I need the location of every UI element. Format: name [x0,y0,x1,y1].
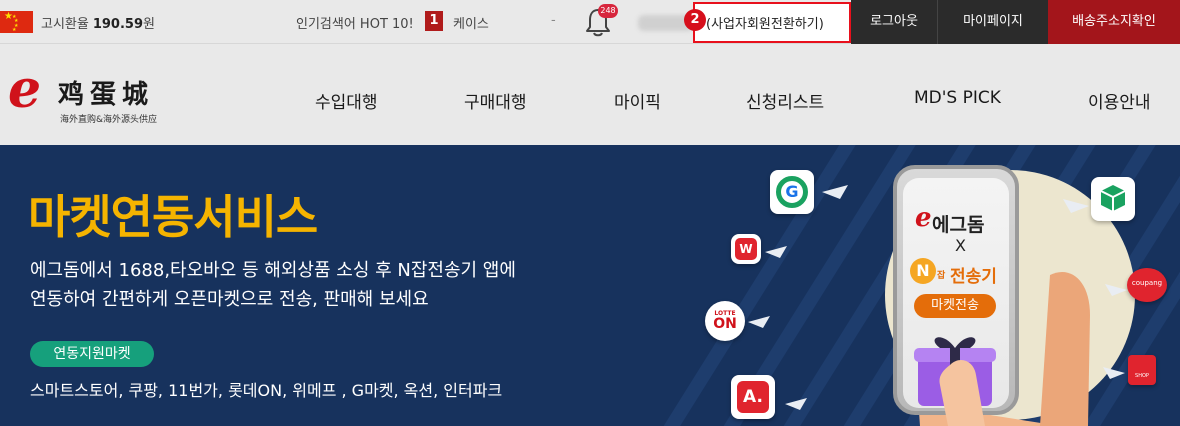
top-utility-bar: ★ ★ ★ ★ ★ 고시환율 190.59원 인기검색어 HOT 10! 1 케이… [0,0,1180,44]
exchange-rate: 고시환율 190.59원 [41,13,155,32]
nav-item-purchase-agency[interactable]: 구매대행 [464,88,527,113]
mypage-button[interactable]: 마이페이지 [938,0,1048,44]
nav-item-guide[interactable]: 이용안내 [1088,88,1151,113]
phone-sender: 전송기 [950,267,997,287]
paper-plane-icon [1105,284,1127,296]
logo-e-mark: e [8,59,42,120]
g-letter: G [776,176,808,208]
phone-brand: 에그돔 [932,214,985,236]
paper-plane-icon [822,185,848,199]
nav-item-mypick[interactable]: 마이픽 [614,88,661,113]
on-label: ON [713,316,737,332]
nav-item-mds-pick[interactable]: MD'S PICK [914,88,1001,108]
gmarket-app-icon: G [770,170,814,214]
banner-description-line1: 에그돔에서 1688,타오바오 등 해외상품 소싱 후 N잡전송기 앱에 [30,260,516,281]
paper-plane-icon [748,316,770,328]
auction-app-icon: A. [731,375,775,419]
logout-button[interactable]: 로그아웃 [851,0,938,44]
main-navbar: e 鸡蛋城 海外直购&海外源头供应 수입대행 구매대행 마이픽 신청리스트 MD… [0,44,1180,145]
coupang-label: coupang [1131,279,1163,287]
exchange-rate-unit: 원 [143,17,155,32]
banner-title: 마켓연동서비스 [28,190,318,244]
phone-market-send-button: 마켓전송 [914,294,996,318]
shipping-address-button[interactable]: 배송주소지확인 [1048,0,1180,44]
supported-markets-tag: 연동지원마켓 [30,341,154,367]
smartstore-app-icon [1091,177,1135,221]
njob-logo-icon: N [910,258,936,284]
paper-plane-icon [765,246,787,258]
phone-e-mark: e [915,203,932,233]
hot-search-rank: 1 [425,11,443,31]
wemakeprice-app-icon: W [731,234,761,264]
china-flag-icon: ★ ★ ★ ★ ★ [0,11,33,33]
shop-label: SHOP [1135,373,1149,379]
banner-description: 에그돔에서 1688,타오바오 등 해외상품 소싱 후 N잡전송기 앱에 연동하… [30,256,516,314]
step-number-badge: 2 [684,9,706,31]
site-logo[interactable]: e 鸡蛋城 海外直购&海外源头供应 [8,64,188,130]
paper-plane-icon [1063,199,1089,213]
logo-tagline: 海外直购&海外源头供应 [60,115,158,125]
interpark-app-icon: SHOP [1128,355,1156,385]
nav-item-import-agency[interactable]: 수입대행 [315,88,378,113]
w-letter: W [735,238,757,260]
hot-search-label: 인기검색어 HOT 10! [296,17,414,32]
hot-search-keyword[interactable]: 케이스 [453,13,489,32]
paper-plane-icon [1103,367,1125,379]
notification-count-badge: 248 [598,4,618,18]
finger-illustration [939,360,985,426]
lotte-on-app-icon: LOTTE ON [705,301,745,341]
coupang-app-icon: coupang [1127,268,1167,302]
nav-item-request-list[interactable]: 신청리스트 [746,88,824,113]
paper-plane-icon [785,398,807,410]
a-letter: A. [737,381,769,413]
supported-markets-list: 스마트스토어, 쿠팡, 11번가, 롯데ON, 위메프 , G마켓, 옥션, 인… [30,381,503,400]
business-member-convert-link[interactable]: (사업자회원전환하기) [706,13,824,32]
phone-x: X [955,236,966,255]
exchange-rate-label: 고시환율 [41,17,89,32]
banner-description-line2: 연동하여 간편하게 오픈마켓으로 전송, 판매해 보세요 [30,289,429,310]
box-icon [1100,185,1126,211]
exchange-rate-value: 190.59 [92,17,144,32]
hot-search-change: - [551,13,556,28]
phone-njob-small: 잡 [937,271,946,281]
logo-name: 鸡蛋城 [58,80,155,110]
